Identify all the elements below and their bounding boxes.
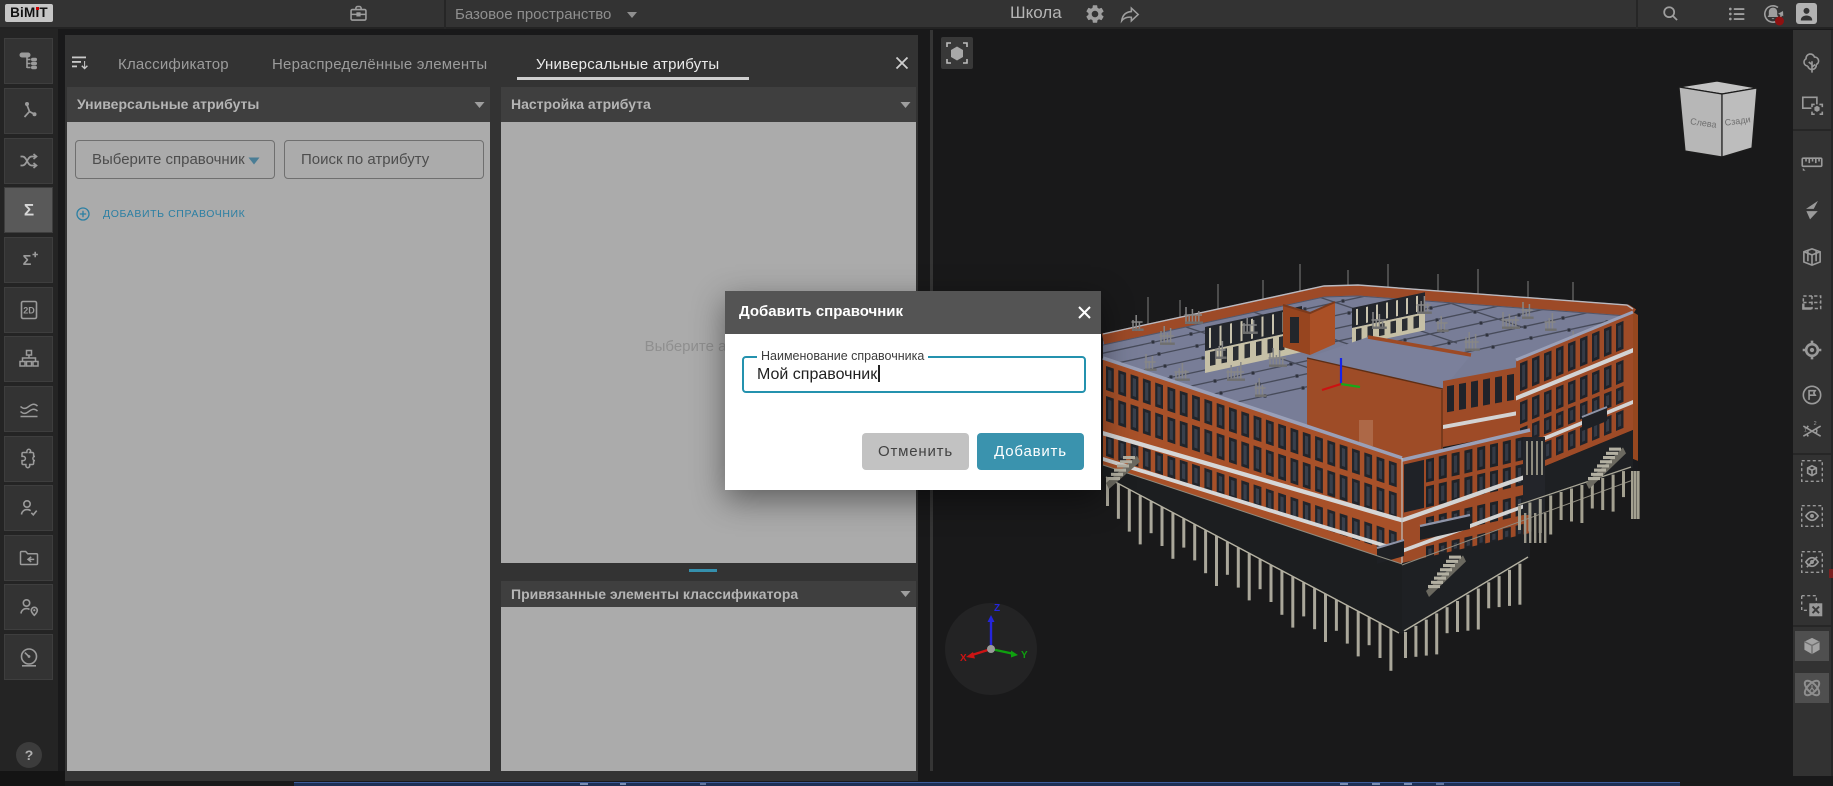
svg-text:1: 1 xyxy=(1804,428,1807,434)
svg-text:Y: Y xyxy=(1021,650,1028,661)
svg-text:X: X xyxy=(960,653,967,664)
svg-text:Z: Z xyxy=(994,603,1000,614)
svg-text:2: 2 xyxy=(1814,421,1817,427)
svg-text:Σ: Σ xyxy=(23,201,33,220)
svg-text:2D: 2D xyxy=(23,306,35,316)
svg-text:Σ: Σ xyxy=(22,253,31,269)
